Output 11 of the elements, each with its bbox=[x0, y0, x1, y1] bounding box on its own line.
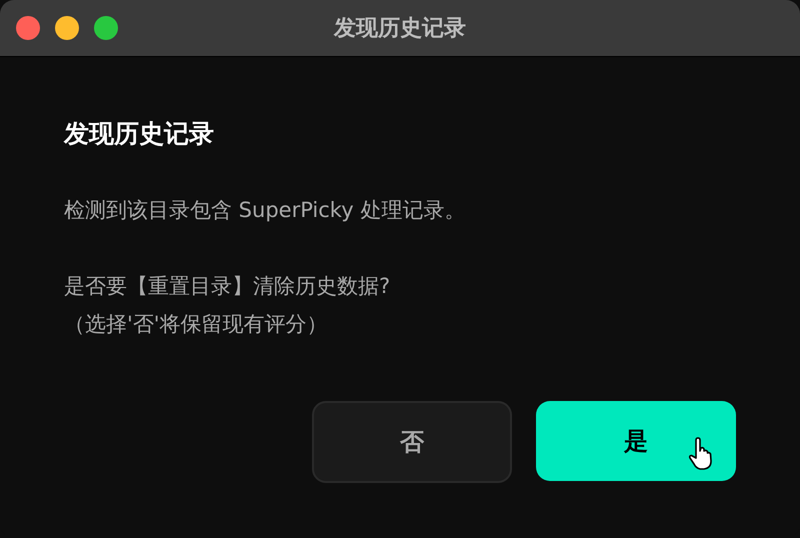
yes-button[interactable]: 是 bbox=[536, 401, 736, 481]
dialog-heading: 发现历史记录 bbox=[64, 118, 215, 150]
message-text: 检测到该目录包含 SuperPicky 处理记录。 bbox=[64, 197, 466, 224]
pointer-cursor-icon bbox=[688, 437, 714, 471]
window-title: 发现历史记录 bbox=[334, 15, 466, 43]
close-icon[interactable] bbox=[16, 16, 40, 40]
no-button[interactable]: 否 bbox=[312, 401, 512, 483]
minimize-icon[interactable] bbox=[55, 16, 79, 40]
message-text: （选择'否'将保留现有评分） bbox=[64, 311, 329, 338]
message-text: 是否要【重置目录】清除历史数据? bbox=[64, 273, 392, 300]
maximize-icon[interactable] bbox=[94, 16, 118, 40]
